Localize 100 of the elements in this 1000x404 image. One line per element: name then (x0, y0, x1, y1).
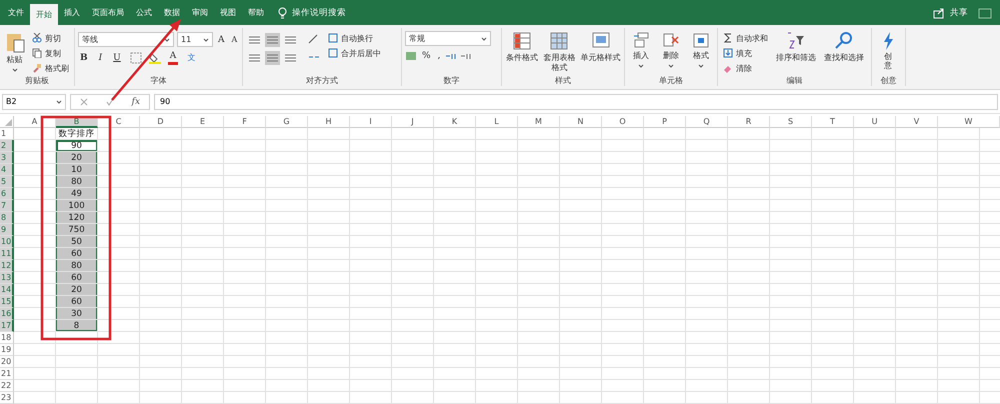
number-format-button[interactable]: % (420, 48, 433, 63)
row-header[interactable]: 11 (0, 248, 14, 260)
caret-icon (203, 36, 209, 42)
editing-button[interactable]: 清除 (721, 61, 770, 75)
editing-button[interactable]: 自动求和 (721, 31, 770, 45)
row-header[interactable]: 3 (0, 152, 14, 164)
column-header[interactable]: L (476, 116, 518, 128)
clipboard-button[interactable]: 复制 (30, 46, 71, 60)
format-button[interactable]: U (111, 50, 123, 65)
column-header[interactable]: R (728, 116, 770, 128)
ribbon-tab[interactable]: 帮助 (242, 0, 270, 25)
row-header[interactable]: 18 (0, 332, 14, 344)
styles-button[interactable]: 条件格式 (505, 31, 539, 75)
row-header[interactable]: 8 (0, 212, 14, 224)
column-header[interactable]: F (224, 116, 266, 128)
group-label: 剪贴板 (24, 75, 50, 86)
name-box[interactable]: B2 (2, 94, 66, 110)
styles-button[interactable]: 单元格样式 (580, 31, 621, 75)
cells-button[interactable]: 插入 (628, 31, 654, 75)
column-header[interactable]: H (308, 116, 350, 128)
font-name-field[interactable]: 等线 (78, 32, 174, 47)
row-header[interactable]: 14 (0, 284, 14, 296)
table-cell: 90 (56, 140, 98, 152)
table-cell: 20 (56, 152, 98, 164)
insert-function-button[interactable]: fx (132, 96, 140, 106)
share-button[interactable]: 共享 (923, 0, 978, 25)
alignment-button[interactable]: 自动换行 (326, 31, 383, 45)
copy-icon (32, 48, 42, 58)
column-header[interactable]: T (812, 116, 854, 128)
insert-cells-icon (632, 31, 650, 49)
column-header[interactable]: N (560, 116, 602, 128)
row-header[interactable]: 7 (0, 200, 14, 212)
clipboard-button[interactable]: 剪切 (30, 31, 71, 45)
column-header[interactable]: W (938, 116, 1000, 128)
cells-button[interactable]: 格式 (688, 31, 714, 75)
row-header[interactable]: 5 (0, 176, 14, 188)
column-header[interactable]: K (434, 116, 476, 128)
column-header[interactable]: Q (686, 116, 728, 128)
ribbon-tab[interactable]: 数据 (158, 0, 186, 25)
column-header[interactable]: G (266, 116, 308, 128)
row-header[interactable]: 17 (0, 320, 14, 332)
brush-icon (32, 63, 42, 73)
ribbon-tab[interactable]: 插入 (58, 0, 86, 25)
number-format-button[interactable]: , (436, 48, 442, 63)
column-header[interactable]: J (392, 116, 434, 128)
search-icon (834, 31, 854, 51)
column-header[interactable]: I (350, 116, 392, 128)
tell-me-search[interactable]: 操作说明搜索 (270, 0, 354, 25)
grow-font-button[interactable]: A (216, 32, 226, 47)
column-header[interactable]: V (896, 116, 938, 128)
select-all-button[interactable] (0, 116, 14, 128)
font-color-button[interactable]: A (168, 50, 178, 65)
number-format-field[interactable]: 常规 (405, 31, 491, 46)
column-header[interactable]: P (644, 116, 686, 128)
alignment-button[interactable]: 合并后居中 (326, 46, 383, 60)
row-header[interactable]: 4 (0, 164, 14, 176)
editing-large-button[interactable]: 查找和选择 (822, 31, 866, 75)
column-header[interactable]: D (140, 116, 182, 128)
column-header[interactable]: U (854, 116, 896, 128)
row-header[interactable]: 13 (0, 272, 14, 284)
formula-field[interactable]: 90 (154, 94, 998, 110)
ribbon-tab[interactable]: 公式 (130, 0, 158, 25)
column-header[interactable]: S (770, 116, 812, 128)
row-header[interactable]: 12 (0, 260, 14, 272)
table-cell: 750 (56, 224, 98, 236)
row-header[interactable]: 9 (0, 224, 14, 236)
styles-button[interactable]: 套用表格格式 (542, 31, 576, 75)
ribbon-tab[interactable]: 文件 (2, 0, 30, 25)
editing-large-button[interactable]: 排序和筛选 (774, 31, 818, 75)
clipboard-button[interactable]: 格式刷 (30, 61, 71, 75)
row-header[interactable]: 2 (0, 140, 14, 152)
row-header[interactable]: 23 (0, 392, 14, 404)
column-header[interactable]: M (518, 116, 560, 128)
column-header[interactable]: O (602, 116, 644, 128)
sigma-icon (723, 33, 733, 43)
row-header[interactable]: 16 (0, 308, 14, 320)
ribbon-tab[interactable]: 审阅 (186, 0, 214, 25)
editing-button[interactable]: 填充 (721, 46, 770, 60)
row-header[interactable]: 20 (0, 356, 14, 368)
row-header[interactable]: 21 (0, 368, 14, 380)
ideas-button[interactable]: 创意 (875, 31, 901, 75)
caret-icon (668, 62, 674, 69)
paste-button[interactable]: 粘贴 (3, 31, 26, 75)
row-header[interactable]: 15 (0, 296, 14, 308)
group-label: 字体 (150, 75, 168, 86)
shrink-font-button[interactable]: A (230, 32, 240, 47)
ribbon-tab[interactable]: 页面布局 (86, 0, 130, 25)
phonetic-button[interactable]: 文 (185, 50, 198, 65)
column-header[interactable]: E (182, 116, 224, 128)
format-button[interactable]: I (96, 50, 104, 65)
cells-button[interactable]: 删除 (658, 31, 684, 75)
row-header[interactable]: 1 (0, 128, 14, 140)
format-button[interactable]: B (78, 50, 90, 65)
ribbon-tab[interactable]: 开始 (30, 4, 58, 25)
row-header[interactable]: 6 (0, 188, 14, 200)
row-header[interactable]: 22 (0, 380, 14, 392)
row-header[interactable]: 19 (0, 344, 14, 356)
row-header[interactable]: 10 (0, 236, 14, 248)
ribbon-tab[interactable]: 视图 (214, 0, 242, 25)
font-size-field[interactable]: 11 (177, 32, 213, 47)
